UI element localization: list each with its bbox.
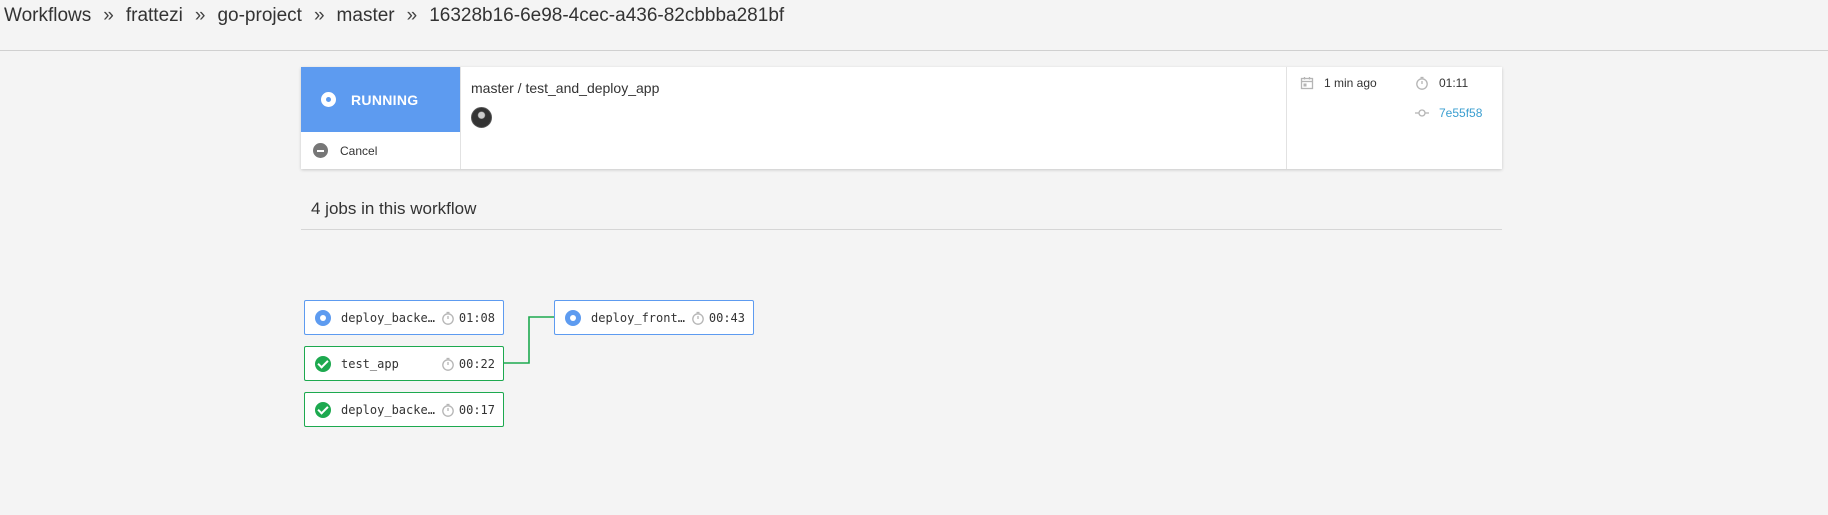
job-duration: 01:08 — [458, 310, 495, 325]
job-duration: 00:17 — [458, 402, 495, 417]
job-test-app[interactable]: test_app 00:22 — [304, 346, 504, 381]
job-deploy-backend[interactable]: deploy_backe… 01:08 — [304, 300, 504, 335]
job-name: deploy_backe… — [341, 402, 435, 417]
job-deploy-backend-2[interactable]: deploy_backe… 00:17 — [304, 392, 504, 427]
stopwatch-icon — [441, 311, 455, 325]
job-deploy-frontend[interactable]: deploy_front… 00:43 — [554, 300, 754, 335]
job-dependency-connector — [504, 316, 554, 364]
success-check-icon — [315, 355, 331, 372]
running-status-icon — [315, 309, 331, 326]
job-name: deploy_front… — [591, 310, 685, 325]
stopwatch-icon — [441, 357, 455, 371]
job-duration: 00:43 — [708, 310, 745, 325]
job-duration: 00:22 — [458, 356, 495, 371]
success-check-icon — [315, 401, 331, 418]
stopwatch-icon — [691, 311, 705, 325]
job-name: deploy_backe… — [341, 310, 435, 325]
job-name: test_app — [341, 356, 399, 371]
running-status-icon — [565, 309, 581, 326]
stopwatch-icon — [441, 403, 455, 417]
